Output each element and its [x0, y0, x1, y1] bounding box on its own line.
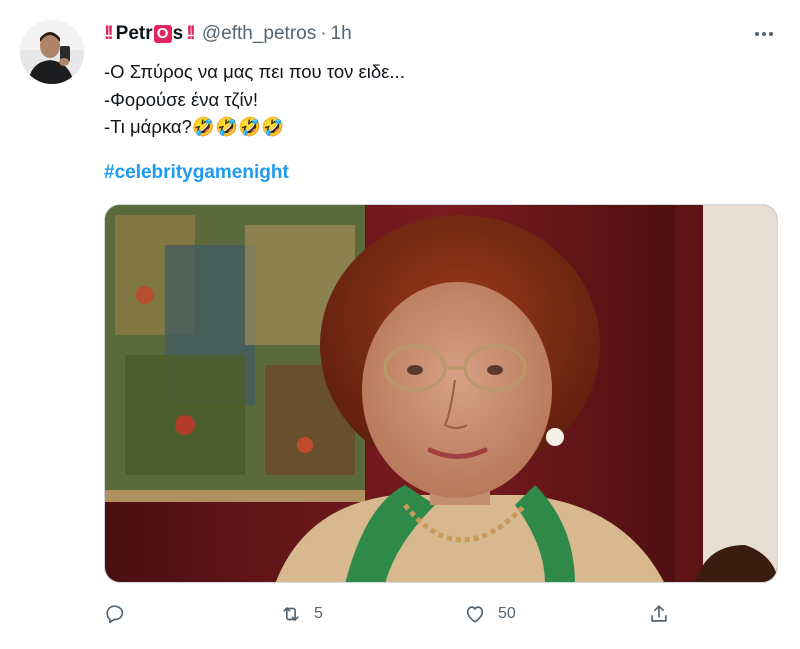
retweet-count: 5 — [314, 605, 323, 622]
more-horizontal-icon[interactable] — [752, 24, 776, 44]
display-name-suffix: s — [172, 23, 184, 44]
separator-dot: · — [320, 23, 327, 44]
tweet-text: -Ο Σπύρος να μας πει που τον ειδε... -Φο… — [104, 58, 405, 141]
double-exclamation-icon: !! — [104, 23, 114, 44]
retweet-button[interactable]: 5 — [280, 598, 323, 630]
heart-icon — [466, 606, 484, 623]
tweet-text-line: -Ο Σπύρος να μας πει που τον ειδε... — [104, 61, 405, 82]
avatar[interactable] — [20, 20, 84, 84]
retweet-icon — [283, 607, 299, 621]
avatar-image — [20, 20, 84, 84]
like-button[interactable]: 50 — [464, 598, 516, 630]
tweet: !! Petr O s !! @efth_petros · 1h -Ο Σπύρ… — [0, 0, 800, 649]
boxed-letter-badge: O — [153, 25, 172, 43]
share-button[interactable] — [648, 598, 682, 630]
timestamp[interactable]: 1h — [331, 23, 352, 45]
tweet-header: !! Petr O s !! @efth_petros · 1h — [104, 22, 352, 46]
tweet-actions: 5 50 — [104, 598, 684, 630]
display-name[interactable]: !! Petr O s !! — [104, 23, 196, 45]
user-handle[interactable]: @efth_petros — [202, 23, 316, 45]
hashtag-link[interactable]: #celebritygamenight — [104, 162, 289, 184]
reply-button[interactable] — [104, 598, 138, 630]
tweet-text-line: -Φορούσε ένα τζίν! — [104, 88, 258, 110]
display-name-prefix: Petr — [115, 23, 153, 44]
like-count: 50 — [498, 605, 516, 622]
double-exclamation-icon: !! — [186, 23, 196, 44]
photo-image — [105, 205, 777, 582]
tweet-photo[interactable] — [104, 204, 778, 583]
tweet-text-line: -Τι μάρκα?🤣🤣🤣🤣 — [104, 116, 285, 137]
reply-icon — [106, 605, 124, 624]
share-icon — [651, 605, 667, 622]
